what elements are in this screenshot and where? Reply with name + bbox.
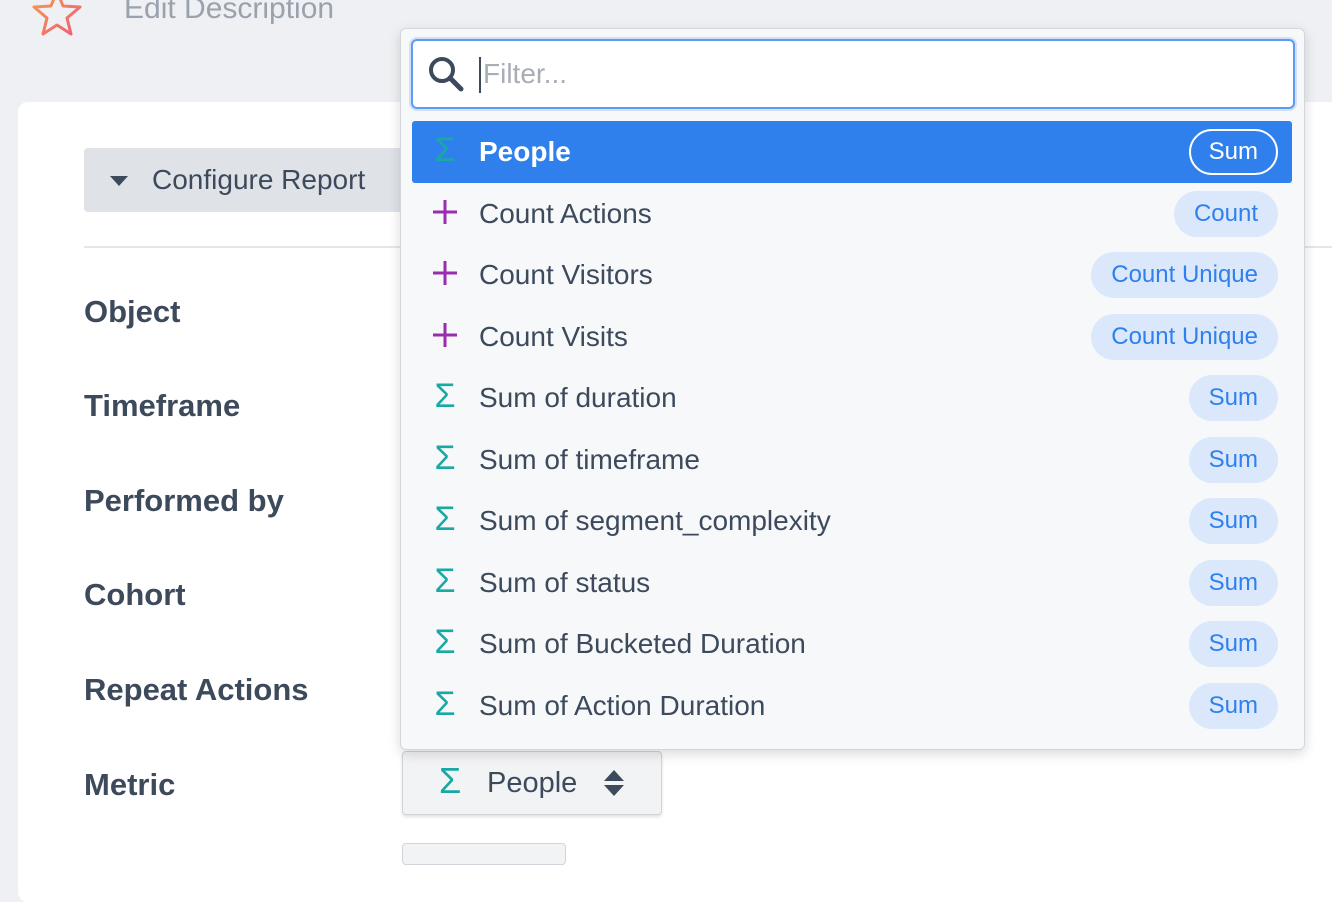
metric-option-label: Sum of segment_complexity — [479, 505, 831, 536]
metric-option-label: Sum of status — [479, 566, 651, 598]
favorite-star-icon[interactable] — [30, 0, 84, 38]
filter-field[interactable] — [411, 39, 1295, 109]
metric-option[interactable]: Σ Sum of duration Sum — [412, 367, 1292, 429]
up-down-arrows-icon — [604, 770, 624, 796]
aggregation-badge: Sum — [1188, 682, 1278, 729]
metric-option[interactable]: Σ Sum of Bucketed Duration Sum — [412, 613, 1292, 675]
metric-option[interactable]: Σ Sum of segment_complexity Sum — [412, 490, 1292, 552]
aggregation-badge: Sum — [1188, 129, 1278, 175]
metric-dropdown-menu: Σ People Sum Count Actions Count Count Visito… — [400, 28, 1305, 750]
sigma-icon: Σ — [434, 377, 456, 415]
metric-option-label: Sum of duration — [479, 382, 677, 413]
timeframe-label: Timeframe — [84, 388, 241, 423]
metric-option[interactable]: Σ Sum of status Sum — [412, 552, 1292, 614]
aggregation-badge: Count Unique — [1091, 252, 1278, 298]
metric-select[interactable]: Σ People — [402, 751, 662, 815]
metric-option-label: People — [479, 136, 571, 167]
sigma-icon: Σ — [434, 131, 456, 169]
plus-icon — [430, 253, 460, 293]
metric-option[interactable]: Σ People Sum — [412, 121, 1292, 183]
performed-by-label: Performed by — [84, 483, 284, 518]
metric-option[interactable]: Σ Sum of timeframe Sum — [412, 429, 1292, 491]
sigma-icon: Σ — [434, 561, 456, 600]
metric-label: Metric — [84, 767, 176, 802]
sigma-icon: Σ — [439, 760, 462, 801]
sigma-icon: Σ — [434, 684, 456, 723]
aggregation-badge: Count — [1173, 190, 1278, 237]
metric-option[interactable]: Count Visits Count Unique — [412, 306, 1292, 368]
sigma-icon: Σ — [434, 438, 456, 477]
configure-report-toggle[interactable]: Configure Report — [84, 148, 414, 212]
caret-down-icon — [110, 176, 128, 186]
plus-icon — [430, 192, 460, 232]
sigma-icon: Σ — [434, 623, 456, 661]
search-icon — [429, 57, 464, 92]
repeat-actions-label: Repeat Actions — [84, 672, 309, 707]
aggregation-badge: Sum — [1188, 436, 1278, 483]
sigma-icon: Σ — [434, 500, 456, 538]
metric-option[interactable]: Count Actions Count — [412, 183, 1292, 245]
metric-select-value: People — [487, 767, 578, 799]
plus-icon — [430, 315, 460, 355]
aggregation-badge: Sum — [1188, 559, 1278, 606]
edit-description-link[interactable]: Edit Description — [124, 0, 334, 26]
metric-option-label: Sum of timeframe — [479, 443, 700, 475]
metric-option[interactable]: Count Visitors Count Unique — [412, 244, 1292, 306]
next-field-control[interactable] — [402, 843, 566, 865]
metric-option-label: Sum of Action Duration — [479, 689, 766, 721]
configure-report-label: Configure Report — [152, 164, 366, 195]
metric-option-label: Count Actions — [479, 197, 652, 229]
filter-input[interactable] — [481, 51, 1275, 97]
metric-option-label: Sum of Bucketed Duration — [479, 628, 806, 659]
aggregation-badge: Count Unique — [1091, 313, 1278, 360]
metric-option[interactable]: Σ Sum of Action Duration Sum — [412, 675, 1292, 737]
object-label: Object — [84, 294, 181, 329]
metric-option-label: Count Visitors — [479, 259, 653, 290]
aggregation-badge: Sum — [1188, 621, 1278, 667]
metric-option-label: Count Visits — [479, 320, 628, 352]
aggregation-badge: Sum — [1188, 375, 1278, 421]
aggregation-badge: Sum — [1188, 498, 1278, 544]
cohort-label: Cohort — [84, 577, 186, 612]
